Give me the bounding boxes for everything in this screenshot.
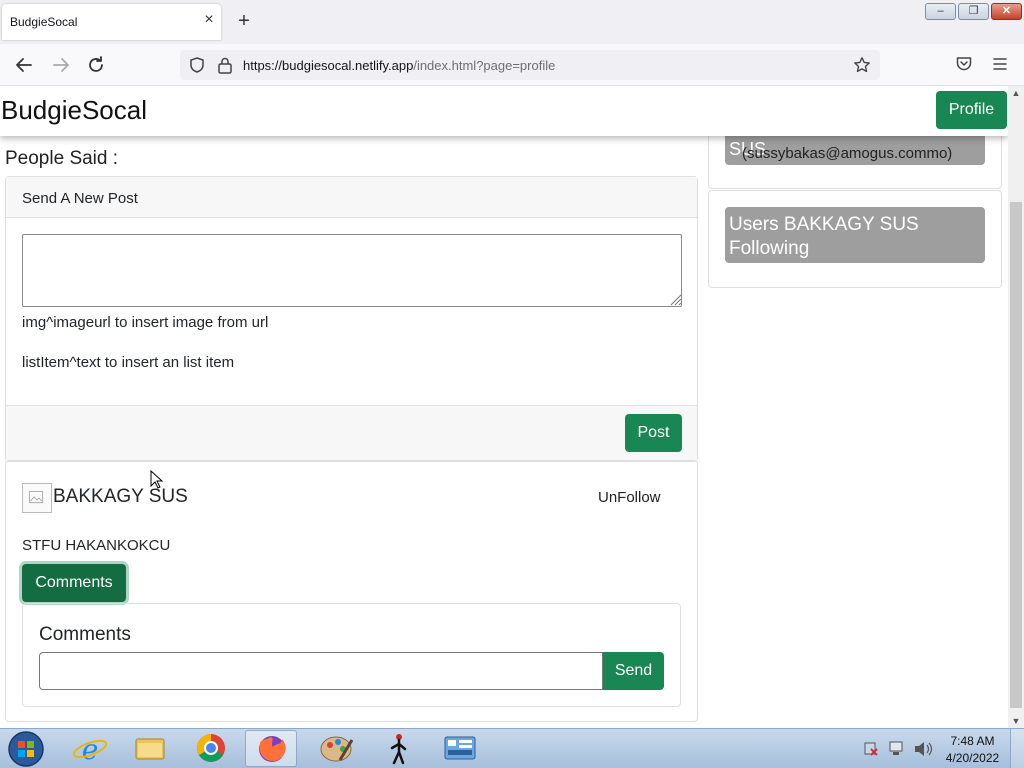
- windows-taskbar: e 7:48 AM 4/20/2022: [0, 728, 1024, 768]
- url-host: https://budgiesocal.netlify.app: [243, 58, 414, 73]
- lock-icon[interactable]: [217, 56, 233, 74]
- clock-time[interactable]: 7:48 AM: [945, 734, 1000, 748]
- new-tab-button[interactable]: +: [233, 10, 255, 32]
- taskbar-file-explorer-icon[interactable]: [124, 730, 176, 767]
- scroll-down-arrow-icon[interactable]: ▼: [1008, 714, 1024, 728]
- tab-close-icon[interactable]: ×: [200, 11, 218, 29]
- url-text[interactable]: https://budgiesocal.netlify.app/index.ht…: [243, 58, 555, 73]
- comments-title: Comments: [39, 624, 131, 645]
- pocket-icon[interactable]: [955, 55, 973, 73]
- tab-title: BudgieSocal: [10, 15, 78, 29]
- start-button-windows-icon[interactable]: [6, 730, 46, 768]
- brand-title[interactable]: BudgieSocal: [1, 95, 147, 126]
- send-comment-button[interactable]: Send: [603, 652, 664, 690]
- comments-panel: Comments Send: [22, 603, 681, 707]
- post-textarea[interactable]: [22, 234, 682, 307]
- profile-user-email: (sussybakas@amogus.commo): [742, 145, 953, 162]
- following-box[interactable]: Users BAKKAGY SUS Following: [725, 207, 985, 263]
- new-post-footer: Post: [6, 405, 697, 461]
- post-text: STFU HAKANKOKCU: [22, 537, 171, 554]
- url-path: /index.html?page=profile: [413, 58, 556, 73]
- taskbar-internet-explorer-icon[interactable]: e: [64, 730, 116, 767]
- app-header: BudgieSocal Profile: [0, 86, 1008, 136]
- address-bar[interactable]: https://budgiesocal.netlify.app/index.ht…: [180, 50, 880, 80]
- resize-grip-icon[interactable]: [668, 292, 682, 306]
- list-hint-text: listItem^text to insert an list item: [22, 354, 235, 371]
- author-name[interactable]: BAKKAGY SUS: [53, 486, 188, 508]
- browser-nav-bar: https://budgiesocal.netlify.app/index.ht…: [0, 44, 1024, 86]
- comment-input[interactable]: [39, 652, 603, 690]
- new-post-header: Send A New Post: [6, 177, 697, 218]
- clock-date[interactable]: 4/20/2022: [940, 751, 1005, 765]
- browser-tab-bar: BudgieSocal × + – ❐ ✕: [0, 0, 1024, 44]
- taskbar-chrome-icon[interactable]: [185, 730, 237, 767]
- forward-arrow-icon[interactable]: [49, 53, 73, 77]
- post-button[interactable]: Post: [625, 414, 682, 452]
- author-avatar-broken-image-icon: [22, 483, 52, 513]
- taskbar-firefox-icon[interactable]: [245, 730, 297, 767]
- new-post-card: Send A New Post img^imageurl to insert i…: [5, 176, 698, 462]
- hamburger-menu-icon[interactable]: [991, 55, 1009, 73]
- browser-tab[interactable]: BudgieSocal ×: [2, 4, 221, 40]
- following-label: Users BAKKAGY SUS Following: [729, 214, 919, 259]
- taskbar-stick-figure-app-icon[interactable]: [372, 730, 424, 767]
- svg-text:e: e: [82, 733, 99, 766]
- profile-button[interactable]: Profile: [936, 91, 1007, 129]
- window-maximize-button[interactable]: ❐: [958, 3, 989, 20]
- post-card: BAKKAGY SUS UnFollow STFU HAKANKOKCU Com…: [5, 460, 698, 722]
- comments-toggle-button[interactable]: Comments: [22, 564, 126, 602]
- scrollbar-thumb[interactable]: [1010, 202, 1022, 708]
- taskbar-paint-icon[interactable]: [310, 730, 362, 767]
- bookmark-star-icon[interactable]: [853, 56, 871, 74]
- window-close-button[interactable]: ✕: [991, 3, 1022, 20]
- back-arrow-icon[interactable]: [12, 53, 36, 77]
- new-post-title: Send A New Post: [22, 190, 138, 207]
- scroll-up-arrow-icon[interactable]: ▲: [1008, 86, 1024, 100]
- tracking-shield-icon[interactable]: [188, 56, 206, 74]
- mouse-cursor-icon: [150, 470, 164, 489]
- unfollow-button[interactable]: UnFollow: [598, 489, 661, 506]
- show-desktop-button[interactable]: [1010, 729, 1024, 768]
- taskbar-control-panel-icon[interactable]: [434, 730, 486, 767]
- reload-icon[interactable]: [84, 53, 108, 77]
- section-title: People Said :: [5, 148, 119, 169]
- image-hint-text: img^imageurl to insert image from url: [22, 314, 269, 331]
- window-minimize-button[interactable]: –: [925, 3, 956, 20]
- page-viewport: SUS (sussybakas@amogus.commo) Users BAKK…: [0, 86, 1008, 728]
- system-tray-icons[interactable]: [862, 739, 934, 759]
- following-card: Users BAKKAGY SUS Following: [708, 190, 1002, 288]
- page-scrollbar[interactable]: ▲ ▼: [1008, 86, 1024, 728]
